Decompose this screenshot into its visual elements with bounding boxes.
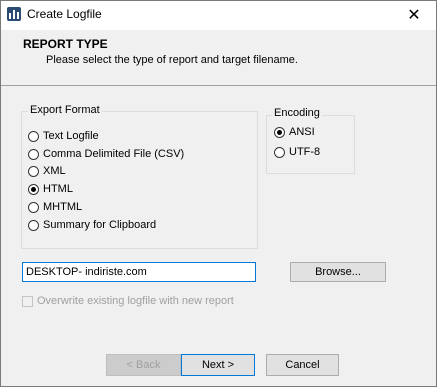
radio-label: HTML [43,183,73,195]
radio-label: Summary for Clipboard [43,219,157,231]
window-title: Create Logfile [27,7,102,21]
encoding-group [266,115,355,174]
radio-label: Text Logfile [43,130,99,142]
radio-summary-clipboard[interactable]: Summary for Clipboard [28,219,156,231]
radio-indicator [28,201,39,213]
radio-label: ANSI [289,126,315,138]
radio-indicator [274,146,285,158]
close-icon[interactable]: ✕ [392,1,436,30]
radio-html[interactable]: HTML [28,183,73,195]
radio-csv[interactable]: Comma Delimited File (CSV) [28,148,184,160]
filename-input[interactable]: DESKTOP- indiriste.com [22,262,256,282]
radio-indicator [28,165,39,177]
radio-mhtml[interactable]: MHTML [28,201,82,213]
radio-label: Comma Delimited File (CSV) [43,148,185,160]
checkbox-label: Overwrite existing logfile with new repo… [37,295,234,307]
next-button[interactable]: Next > [181,354,255,376]
overwrite-checkbox[interactable]: Overwrite existing logfile with new repo… [22,295,234,307]
radio-indicator [28,148,39,160]
radio-label: XML [43,165,66,177]
browse-button[interactable]: Browse... [290,262,386,282]
page-subtitle: Please select the type of report and tar… [46,54,298,66]
title-bar: Create Logfile ✕ [1,1,436,30]
back-button[interactable]: < Back [106,354,181,376]
radio-indicator [28,130,39,142]
radio-indicator [28,183,39,195]
radio-label: MHTML [43,201,83,213]
radio-ansi[interactable]: ANSI [274,126,315,138]
radio-indicator [28,219,39,231]
radio-text-logfile[interactable]: Text Logfile [28,130,99,142]
radio-indicator [274,126,285,138]
radio-utf8[interactable]: UTF-8 [274,146,320,158]
checkbox-indicator [22,295,33,307]
radio-xml[interactable]: XML [28,165,66,177]
create-logfile-dialog: Create Logfile ✕ REPORT TYPE Please sele… [0,0,437,387]
cancel-button[interactable]: Cancel [266,354,339,376]
page-title: REPORT TYPE [23,37,108,51]
wizard-header: REPORT TYPE Please select the type of re… [1,30,436,86]
app-icon [7,7,21,21]
radio-label: UTF-8 [289,146,321,158]
export-format-legend: Export Format [28,104,102,116]
encoding-legend: Encoding [272,107,322,119]
